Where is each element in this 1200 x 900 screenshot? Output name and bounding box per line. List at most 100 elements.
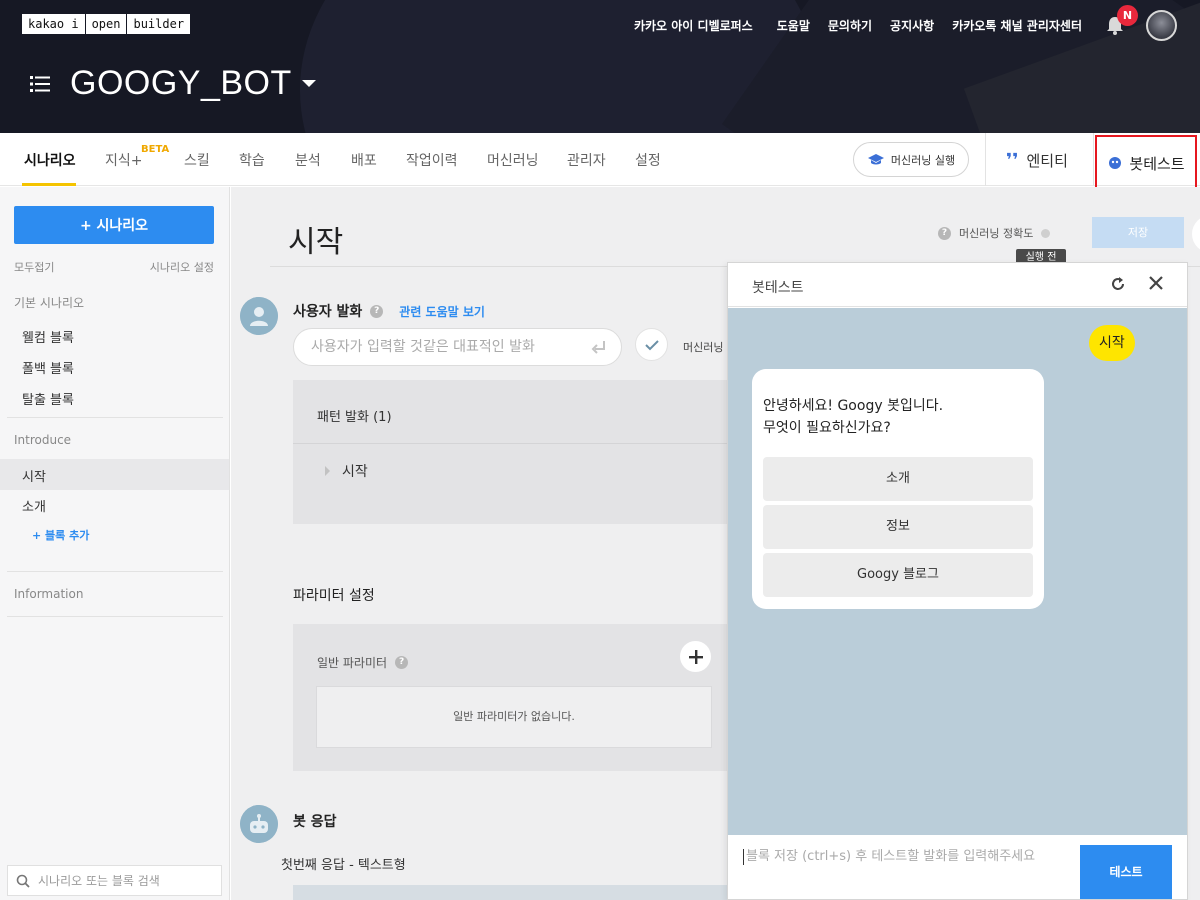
divider bbox=[985, 133, 986, 186]
bot-test-panel: 봇테스트 시작 안녕하세요! Googy 봇입니다. 무엇이 필요하신가요? 소… bbox=[727, 262, 1188, 900]
top-nav: 카카오 아이 디벨로퍼스 도움말 문의하기 공지사항 카카오톡 채널 관리자센터 bbox=[616, 17, 1082, 34]
test-input-area: 블록 저장 (ctrl+s) 후 테스트할 발화를 입력해주세요 테스트 bbox=[728, 835, 1187, 899]
section-information[interactable]: Information bbox=[14, 587, 83, 601]
test-utterance-input[interactable]: 블록 저장 (ctrl+s) 후 테스트할 발화를 입력해주세요 bbox=[743, 849, 1035, 865]
tab-scenario[interactable]: 시나리오 bbox=[24, 150, 76, 170]
bot-selector[interactable]: GOOGY_BOT bbox=[30, 64, 316, 103]
add-parameter-button[interactable] bbox=[680, 641, 711, 672]
tab-skill[interactable]: 스킬 bbox=[184, 150, 210, 170]
panel-title: 봇테스트 bbox=[752, 280, 804, 296]
nav-help[interactable]: 도움말 bbox=[777, 17, 810, 34]
kakao-i-open-builder-logo[interactable]: kakao i open builder bbox=[22, 14, 191, 34]
user-utterance-title: 사용자 발화 bbox=[293, 304, 363, 320]
bot-name: GOOGY_BOT bbox=[70, 64, 292, 102]
general-params: 일반 파라미터 ? bbox=[317, 654, 409, 671]
general-params-label: 일반 파라미터 bbox=[317, 656, 388, 670]
help-icon[interactable]: ? bbox=[370, 304, 384, 318]
search-placeholder: 시나리오 또는 블록 검색 bbox=[38, 874, 160, 888]
notification-badge: N bbox=[1117, 5, 1138, 26]
first-response-label: 첫번째 응답 - 텍스트형 bbox=[281, 858, 406, 873]
run-ml-button[interactable]: 머신러닝 실행 bbox=[853, 142, 969, 177]
add-block-link[interactable]: + 블록 추가 bbox=[32, 527, 89, 543]
quick-reply-intro[interactable]: 소개 bbox=[763, 457, 1033, 501]
add-scenario-button[interactable]: + 시나리오 bbox=[14, 206, 214, 244]
graduation-cap-icon bbox=[867, 153, 884, 164]
sidebar-actions: 모두접기 시나리오 설정 bbox=[14, 259, 214, 275]
tab-history[interactable]: 작업이력 bbox=[406, 150, 458, 170]
logo-part: open bbox=[86, 14, 128, 34]
tab-settings[interactable]: 설정 bbox=[635, 150, 661, 170]
empty-params-message: 일반 파라미터가 없습니다. bbox=[316, 686, 712, 748]
active-tab-indicator bbox=[22, 183, 76, 186]
beta-badge: BETA bbox=[141, 144, 170, 155]
tab-training[interactable]: 학습 bbox=[239, 150, 265, 170]
save-button[interactable]: 저장 bbox=[1092, 217, 1184, 248]
scenario-sidebar: + 시나리오 모두접기 시나리오 설정 기본 시나리오 웰컴 블록 폴백 블록 … bbox=[0, 187, 230, 900]
status-dot bbox=[1041, 228, 1051, 238]
nav-channel-admin[interactable]: 카카오톡 채널 관리자센터 bbox=[952, 17, 1082, 34]
menu-icon[interactable] bbox=[30, 75, 50, 93]
sidebar-item-start[interactable]: 시작 bbox=[22, 466, 46, 485]
bot-test-label: 봇테스트 bbox=[1129, 154, 1185, 173]
sidebar-search-input[interactable]: 시나리오 또는 블록 검색 bbox=[7, 865, 222, 896]
tab-admin[interactable]: 관리자 bbox=[567, 150, 606, 170]
quick-reply-blog[interactable]: Googy 블로그 bbox=[763, 553, 1033, 597]
user-icon bbox=[240, 297, 278, 335]
logo-part: kakao i bbox=[22, 14, 86, 34]
sidebar-item-fallback[interactable]: 폴백 블록 bbox=[22, 358, 74, 377]
parameter-settings-heading: 파라미터 설정 bbox=[293, 588, 375, 604]
help-icon[interactable]: ? bbox=[395, 656, 409, 669]
user-avatar[interactable] bbox=[1146, 10, 1177, 41]
bot-test-button[interactable]: 봇테스트 bbox=[1095, 135, 1197, 191]
section-introduce[interactable]: Introduce bbox=[14, 433, 71, 447]
help-link[interactable]: 관련 도움말 보기 bbox=[399, 303, 485, 320]
nav-inquiry[interactable]: 문의하기 bbox=[828, 17, 872, 34]
divider bbox=[7, 417, 223, 418]
sidebar-item-intro[interactable]: 소개 bbox=[22, 496, 46, 515]
refresh-icon[interactable] bbox=[1110, 276, 1126, 292]
user-utterance-heading: 사용자 발화 ? 관련 도움말 보기 bbox=[293, 301, 485, 321]
utterance-placeholder: 사용자가 입력할 것같은 대표적인 발화 bbox=[311, 339, 535, 355]
sidebar-item-exit[interactable]: 탈출 블록 bbox=[22, 389, 74, 408]
tab-analysis[interactable]: 분석 bbox=[295, 150, 321, 170]
scenario-settings-link[interactable]: 시나리오 설정 bbox=[150, 259, 214, 275]
ml-toggle[interactable] bbox=[635, 328, 668, 361]
ml-toggle-label: 머신러닝 bbox=[683, 341, 724, 354]
top-header: kakao i open builder 카카오 아이 디벨로퍼스 도움말 문의… bbox=[0, 0, 1200, 133]
section-basic-scenario[interactable]: 기본 시나리오 bbox=[14, 294, 84, 311]
block-title[interactable]: 시작 bbox=[288, 217, 343, 261]
sidebar-item-welcome[interactable]: 웰컴 블록 bbox=[22, 327, 74, 346]
tab-machine-learning[interactable]: 머신러닝 bbox=[487, 150, 539, 170]
divider bbox=[293, 443, 733, 444]
help-icon[interactable]: ? bbox=[938, 226, 951, 240]
response-card[interactable] bbox=[293, 885, 733, 900]
tab-knowledge[interactable]: 지식+ BETA bbox=[105, 144, 169, 170]
divider bbox=[7, 571, 223, 572]
pattern-title: 패턴 발화 (1) bbox=[317, 410, 392, 425]
nav-kakao-developers[interactable]: 카카오 아이 디벨로퍼스 bbox=[634, 17, 753, 34]
test-button[interactable]: 테스트 bbox=[1080, 845, 1172, 899]
user-message-bubble: 시작 bbox=[1089, 325, 1135, 361]
bot-response-heading: 봇 응답 bbox=[293, 814, 337, 830]
collapse-all-link[interactable]: 모두접기 bbox=[14, 259, 54, 275]
nav-notice[interactable]: 공지사항 bbox=[890, 17, 934, 34]
more-options-button[interactable] bbox=[1192, 215, 1200, 253]
entity-label: 엔티티 bbox=[1026, 152, 1068, 170]
close-icon[interactable] bbox=[1148, 275, 1164, 291]
quick-reply-info[interactable]: 정보 bbox=[763, 505, 1033, 549]
tab-deploy[interactable]: 배포 bbox=[351, 150, 377, 170]
chat-area: 시작 안녕하세요! Googy 봇입니다. 무엇이 필요하신가요? 소개 정보 … bbox=[728, 308, 1187, 835]
entity-button[interactable]: ❜❜ 엔티티 bbox=[1006, 150, 1068, 171]
bot-message-bubble: 안녕하세요! Googy 봇입니다. 무엇이 필요하신가요? 소개 정보 Goo… bbox=[752, 369, 1044, 609]
tab-bar: 시나리오 지식+ BETA 스킬 학습 분석 배포 작업이력 머신러닝 관리자 설… bbox=[0, 133, 1200, 191]
utterance-input[interactable]: 사용자가 입력할 것같은 대표적인 발화 bbox=[293, 328, 622, 366]
pattern-utterances: 패턴 발화 (1) 시작 bbox=[293, 380, 733, 524]
plus-icon bbox=[688, 649, 703, 664]
ml-accuracy: ? 머신러닝 정확도 bbox=[938, 225, 1051, 241]
bot-test-icon bbox=[1109, 157, 1122, 169]
pattern-item[interactable]: 시작 bbox=[325, 461, 368, 481]
pattern-item-label: 시작 bbox=[342, 464, 368, 480]
chevron-down-icon[interactable] bbox=[301, 80, 316, 87]
chevron-right-icon bbox=[325, 466, 330, 476]
enter-icon[interactable] bbox=[591, 339, 607, 355]
